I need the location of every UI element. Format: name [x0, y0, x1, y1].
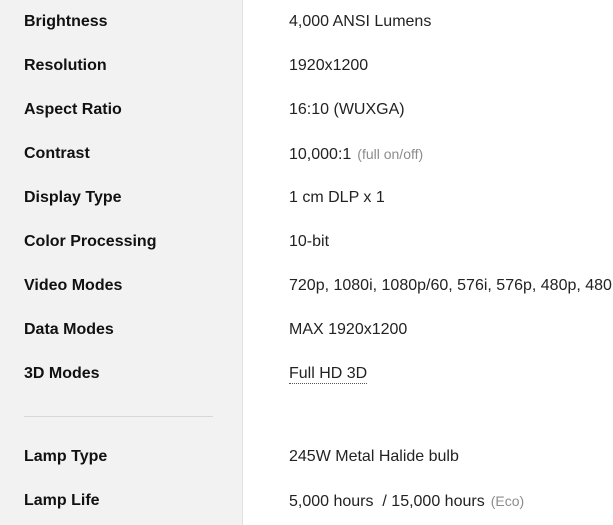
spec-value: 245W Metal Halide bulb	[289, 448, 459, 465]
spec-label: 3D Modes	[24, 365, 100, 382]
full-hd-3d-link[interactable]: Full HD 3D	[289, 365, 368, 384]
spec-label: Video Modes	[24, 277, 123, 294]
spec-label: Resolution	[24, 57, 107, 74]
spec-row-contrast: Contrast 10,000:1 (full on/off)	[0, 132, 613, 176]
spec-value: 720p, 1080i, 1080p/60, 576i, 576p, 480p,…	[289, 277, 613, 294]
spec-label: Color Processing	[24, 233, 157, 250]
spec-value: 1 cm DLP x 1	[289, 189, 385, 206]
spec-row-brightness: Brightness 4,000 ANSI Lumens	[0, 0, 613, 44]
spec-label: Brightness	[24, 13, 108, 30]
spec-label: Display Type	[24, 189, 122, 206]
spec-label: Lamp Type	[24, 448, 108, 465]
spec-value: 10,000:1 (full on/off)	[289, 146, 424, 163]
spec-note: (full on/off)	[357, 146, 424, 162]
spec-value: 4,000 ANSI Lumens	[289, 13, 432, 30]
spec-label: Lamp Life	[24, 492, 100, 509]
spec-label: Aspect Ratio	[24, 101, 122, 118]
spec-row-data-modes: Data Modes MAX 1920x1200	[0, 308, 613, 352]
spec-row-lamp-life: Lamp Life 5,000 hours / 15,000 hours (Eco…	[0, 479, 613, 523]
spec-row-resolution: Resolution 1920x1200	[0, 44, 613, 88]
section-divider	[24, 416, 213, 417]
spec-table: Brightness 4,000 ANSI Lumens Resolution …	[0, 0, 613, 525]
spec-note: (Eco)	[490, 493, 525, 509]
spec-row-video-modes: Video Modes 720p, 1080i, 1080p/60, 576i,…	[0, 264, 613, 308]
spec-row-aspect-ratio: Aspect Ratio 16:10 (WUXGA)	[0, 88, 613, 132]
spec-value: 5,000 hours / 15,000 hours (Eco)	[289, 493, 525, 510]
spec-row-display-type: Display Type 1 cm DLP x 1	[0, 176, 613, 220]
spec-value: 10-bit	[289, 233, 330, 250]
spec-value: 1920x1200	[289, 57, 369, 74]
spec-row-color-processing: Color Processing 10-bit	[0, 220, 613, 264]
spec-value: 16:10 (WUXGA)	[289, 101, 405, 118]
spec-label: Contrast	[24, 145, 90, 162]
spec-row-3d-modes: 3D Modes Full HD 3D	[0, 352, 613, 396]
spec-value: Full HD 3D	[289, 352, 368, 396]
spec-row-lamp-type: Lamp Type 245W Metal Halide bulb	[0, 435, 613, 479]
spec-value: MAX 1920x1200	[289, 321, 408, 338]
spec-label: Data Modes	[24, 321, 114, 338]
